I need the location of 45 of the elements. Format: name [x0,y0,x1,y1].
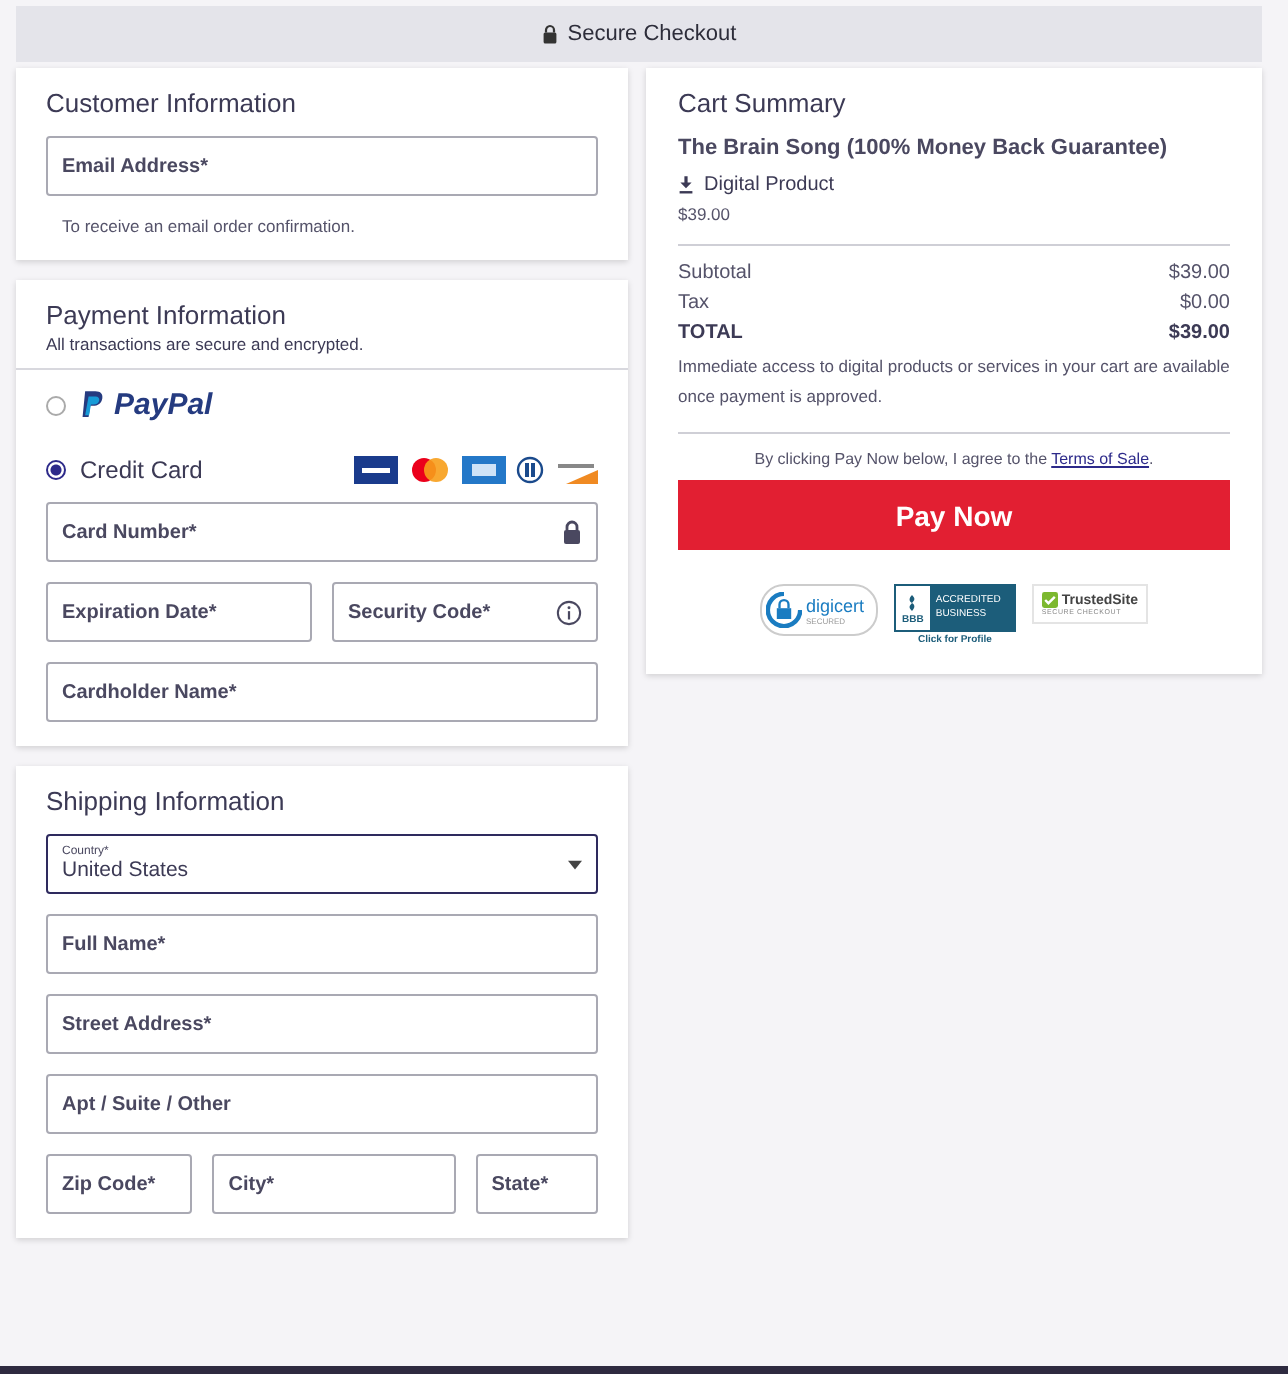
input-field[interactable]: Email Address* [46,136,598,196]
section-subtitle: All transactions are secure and encrypted. [46,334,366,354]
section-title: Cart Summary [678,88,848,118]
input-field[interactable]: Full Name* [46,914,598,974]
terms-text: By clicking Pay Now below, I agree to the Terms of Sale. [752,450,1156,468]
section-title: Customer Information [46,88,298,118]
top-bar-title: Secure Checkout [567,22,737,46]
summary-label: Subtotal [678,262,752,284]
input-field[interactable]: City* [212,1154,456,1214]
card-logo-icon [354,456,398,484]
input-field[interactable]: Apt / Suite / Other [46,1074,598,1134]
card-logo-icon [516,456,544,484]
card-logo-icon [408,456,452,484]
summary-amount: $0.00 [1179,292,1230,314]
input-field[interactable]: Zip Code* [46,1154,193,1214]
radio-button[interactable] [46,395,66,415]
pay-now-button[interactable]: Pay Now [678,480,1230,550]
product-type: Digital Product [704,174,835,196]
download-icon [678,176,694,194]
section-title: Shipping Information [46,786,287,816]
input-field[interactable]: State* [475,1154,598,1214]
card-logo-icon [462,456,506,484]
paypal-label[interactable]: PayPal [114,388,213,422]
access-note: Immediate access to digital products or services in your cart are available once payment is approved. [678,354,1230,410]
terms-link[interactable]: Terms of Sale [1051,450,1150,468]
info-icon[interactable] [556,599,582,625]
summary-amount: $39.00 [1168,322,1230,344]
radio-button[interactable] [46,460,66,480]
field-hint: To receive an email order confirmation. [62,216,357,236]
input-field[interactable]: Card Number* [46,502,598,562]
summary-label: Tax [678,292,710,314]
summary-label: TOTAL [678,322,743,344]
product-name: The Brain Song (100% Money Back Guarantee) [678,136,1170,160]
section-title: Payment Information [46,300,288,330]
input-field[interactable]: Cardholder Name* [46,662,598,722]
lock-icon [562,520,582,544]
input-field[interactable]: Expiration Date* [46,582,312,642]
credit-card-label[interactable]: Credit Card [80,456,203,484]
input-field[interactable]: Street Address* [46,994,598,1054]
input-field[interactable]: Security Code* [332,582,598,642]
product-price: $39.00 [678,204,732,224]
paypal-p-icon [80,390,104,420]
lock-icon [541,24,558,44]
summary-amount: $39.00 [1168,262,1230,284]
caret-icon [568,859,582,869]
